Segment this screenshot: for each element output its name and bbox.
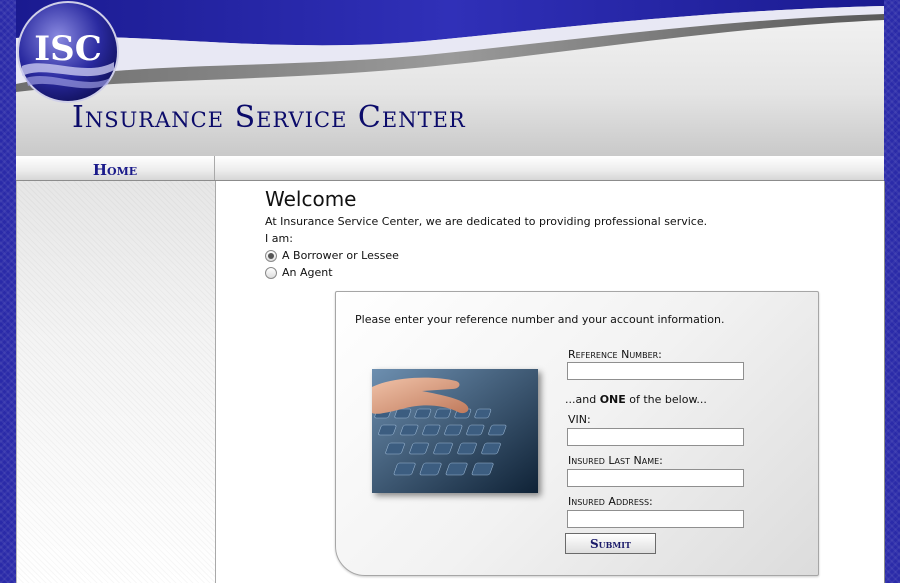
insured-address-input[interactable] xyxy=(567,510,744,528)
site-title: Insurance Service Center xyxy=(72,100,466,135)
agent-label: An Agent xyxy=(282,266,333,279)
site-header: Insurance Service Center ISC xyxy=(16,0,884,157)
vin-input[interactable] xyxy=(567,428,744,446)
submit-button[interactable]: Submit xyxy=(565,533,656,554)
intro-text: At Insurance Service Center, we are dedi… xyxy=(265,215,708,228)
borrower-radio[interactable] xyxy=(265,249,277,262)
nav-home-link[interactable]: Home xyxy=(16,156,215,180)
vin-label: VIN: xyxy=(568,413,591,426)
insured-last-name-label: Insured Last Name: xyxy=(568,454,663,467)
nav-bar: Home xyxy=(16,156,884,181)
agent-radio[interactable] xyxy=(265,266,277,279)
isc-logo: ISC xyxy=(17,1,119,103)
insured-last-name-input[interactable] xyxy=(567,469,744,487)
login-instructions: Please enter your reference number and y… xyxy=(355,313,725,326)
main-content: Welcome At Insurance Service Center, we … xyxy=(215,181,885,583)
login-panel: Please enter your reference number and y… xyxy=(335,291,819,576)
sidebar xyxy=(16,181,216,583)
i-am-label: I am: xyxy=(265,232,293,245)
reference-number-label: Reference Number: xyxy=(568,348,662,361)
svg-text:ISC: ISC xyxy=(34,29,102,69)
insured-address-label: Insured Address: xyxy=(568,495,653,508)
reference-number-input[interactable] xyxy=(567,362,744,380)
role-borrower-option[interactable]: A Borrower or Lessee xyxy=(265,249,399,262)
role-agent-option[interactable]: An Agent xyxy=(265,266,333,279)
welcome-heading: Welcome xyxy=(265,187,357,211)
keyboard-photo xyxy=(372,369,538,493)
and-one-note: ...and ONE of the below... xyxy=(565,393,707,406)
page-frame: Insurance Service Center ISC Home Welcom… xyxy=(16,0,885,583)
borrower-label: A Borrower or Lessee xyxy=(282,249,399,262)
